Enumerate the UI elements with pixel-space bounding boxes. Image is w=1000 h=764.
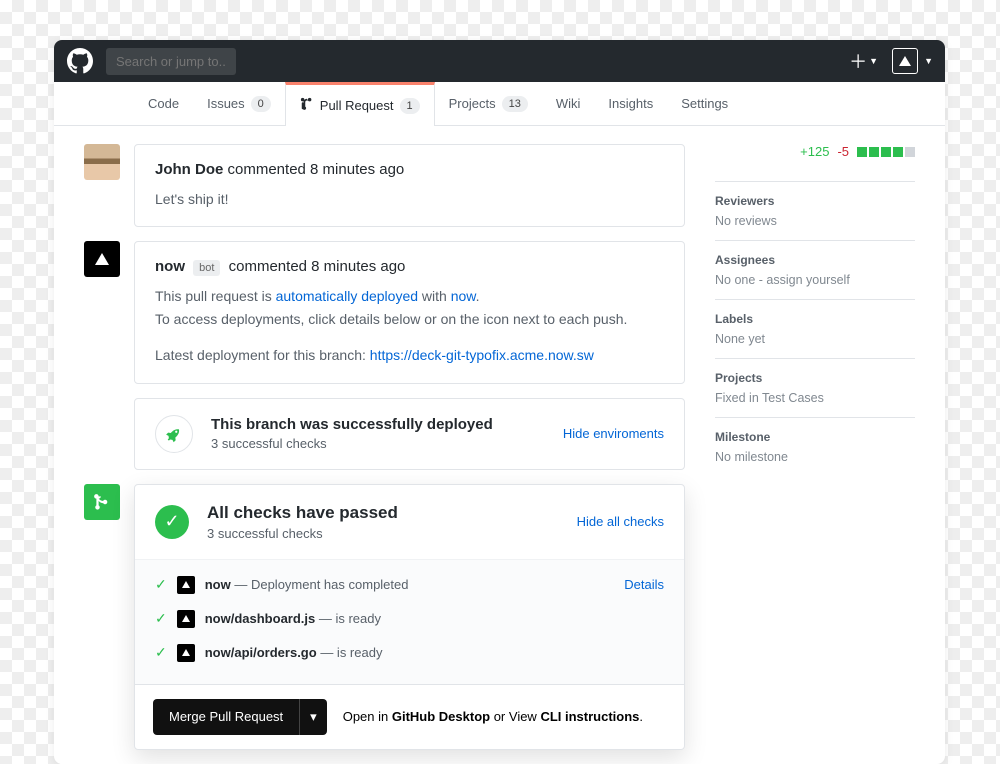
- github-desktop-link[interactable]: GitHub Desktop: [392, 709, 490, 724]
- hide-environments-link[interactable]: Hide enviroments: [563, 426, 664, 441]
- tab-wiki[interactable]: Wiki: [542, 82, 595, 125]
- create-new-icon[interactable]: ＋▼: [849, 48, 878, 74]
- deploy-title: This branch was successfully deployed: [211, 416, 493, 433]
- deploy-subtitle: 3 successful checks: [211, 436, 493, 451]
- comment-body: Latest deployment for this branch: https…: [155, 344, 664, 366]
- merge-bar: Merge Pull Request ▾ Open in GitHub Desk…: [135, 685, 684, 749]
- deployment-status-card: This branch was successfully deployed 3 …: [134, 398, 685, 470]
- checks-subtitle: 3 successful checks: [207, 526, 398, 541]
- assignees-section[interactable]: Assignees No one - assign yourself: [715, 240, 915, 299]
- now-icon: [177, 576, 195, 594]
- check-icon: ✓: [155, 576, 167, 593]
- labels-section[interactable]: Labels None yet: [715, 299, 915, 358]
- git-merge-icon: [84, 484, 120, 520]
- check-icon: ✓: [155, 644, 167, 661]
- checks-card: ✓ All checks have passed 3 successful ch…: [134, 484, 685, 750]
- diff-squares: [857, 147, 915, 157]
- tab-projects[interactable]: Projects13: [435, 82, 542, 125]
- bot-badge: bot: [193, 260, 220, 276]
- now-link[interactable]: now: [451, 288, 476, 304]
- user-avatar[interactable]: [84, 144, 120, 180]
- comment-header: John Doe commented 8 minutes ago: [155, 161, 664, 178]
- pr-sidebar: +125 -5 Reviewers No reviews Assignees N…: [715, 144, 915, 764]
- merge-dropdown-icon[interactable]: ▾: [299, 699, 327, 735]
- now-icon: [177, 610, 195, 628]
- now-bot-icon[interactable]: [84, 241, 120, 277]
- check-row: ✓ now/dashboard.js — is ready: [155, 602, 664, 636]
- comment-body: Let's ship it!: [155, 188, 664, 210]
- checks-list: ✓ now — Deployment has completed Details…: [135, 560, 684, 685]
- now-account-icon[interactable]: ▼: [892, 48, 933, 74]
- comment-card: John Doe commented 8 minutes ago Let's s…: [134, 144, 685, 227]
- projects-section[interactable]: Projects Fixed in Test Cases: [715, 358, 915, 417]
- top-bar: ＋▼ ▼: [54, 40, 945, 82]
- milestone-section[interactable]: Milestone No milestone: [715, 417, 915, 476]
- tab-settings[interactable]: Settings: [667, 82, 742, 125]
- reviewers-section[interactable]: Reviewers No reviews: [715, 181, 915, 240]
- open-desktop-text: Open in GitHub Desktop or View CLI instr…: [343, 709, 643, 724]
- search-input[interactable]: [106, 48, 236, 75]
- checks-title: All checks have passed: [207, 503, 398, 523]
- app-window: ＋▼ ▼ Code Issues0 Pull Request1 Projects…: [54, 40, 945, 764]
- comment-body: This pull request is automatically deplo…: [155, 285, 664, 330]
- deployment-url-link[interactable]: https://deck-git-typofix.acme.now.sw: [370, 347, 594, 363]
- tab-issues[interactable]: Issues0: [193, 82, 285, 125]
- comment-author[interactable]: now: [155, 258, 185, 275]
- repo-tabs: Code Issues0 Pull Request1 Projects13 Wi…: [54, 82, 945, 126]
- comment-author[interactable]: John Doe: [155, 161, 223, 178]
- check-row: ✓ now/api/orders.go — is ready: [155, 636, 664, 670]
- diff-stat: +125 -5: [715, 144, 915, 159]
- now-icon: [177, 644, 195, 662]
- comment-header: now bot commented 8 minutes ago: [155, 258, 664, 275]
- checkmark-icon: ✓: [155, 505, 189, 539]
- auto-deploy-link[interactable]: automatically deployed: [276, 288, 418, 304]
- tab-insights[interactable]: Insights: [594, 82, 667, 125]
- rocket-icon: [155, 415, 193, 453]
- cli-instructions-link[interactable]: CLI instructions: [540, 709, 639, 724]
- tab-code[interactable]: Code: [134, 82, 193, 125]
- bot-comment-card: now bot commented 8 minutes ago This pul…: [134, 241, 685, 383]
- check-row: ✓ now — Deployment has completed Details: [155, 568, 664, 602]
- check-details-link[interactable]: Details: [624, 577, 664, 592]
- check-icon: ✓: [155, 610, 167, 627]
- hide-checks-link[interactable]: Hide all checks: [577, 514, 664, 529]
- git-pull-request-icon: [300, 97, 314, 114]
- merge-pull-request-button[interactable]: Merge Pull Request ▾: [153, 699, 327, 735]
- tab-pull-request[interactable]: Pull Request1: [285, 82, 435, 126]
- github-logo-icon[interactable]: [66, 47, 94, 75]
